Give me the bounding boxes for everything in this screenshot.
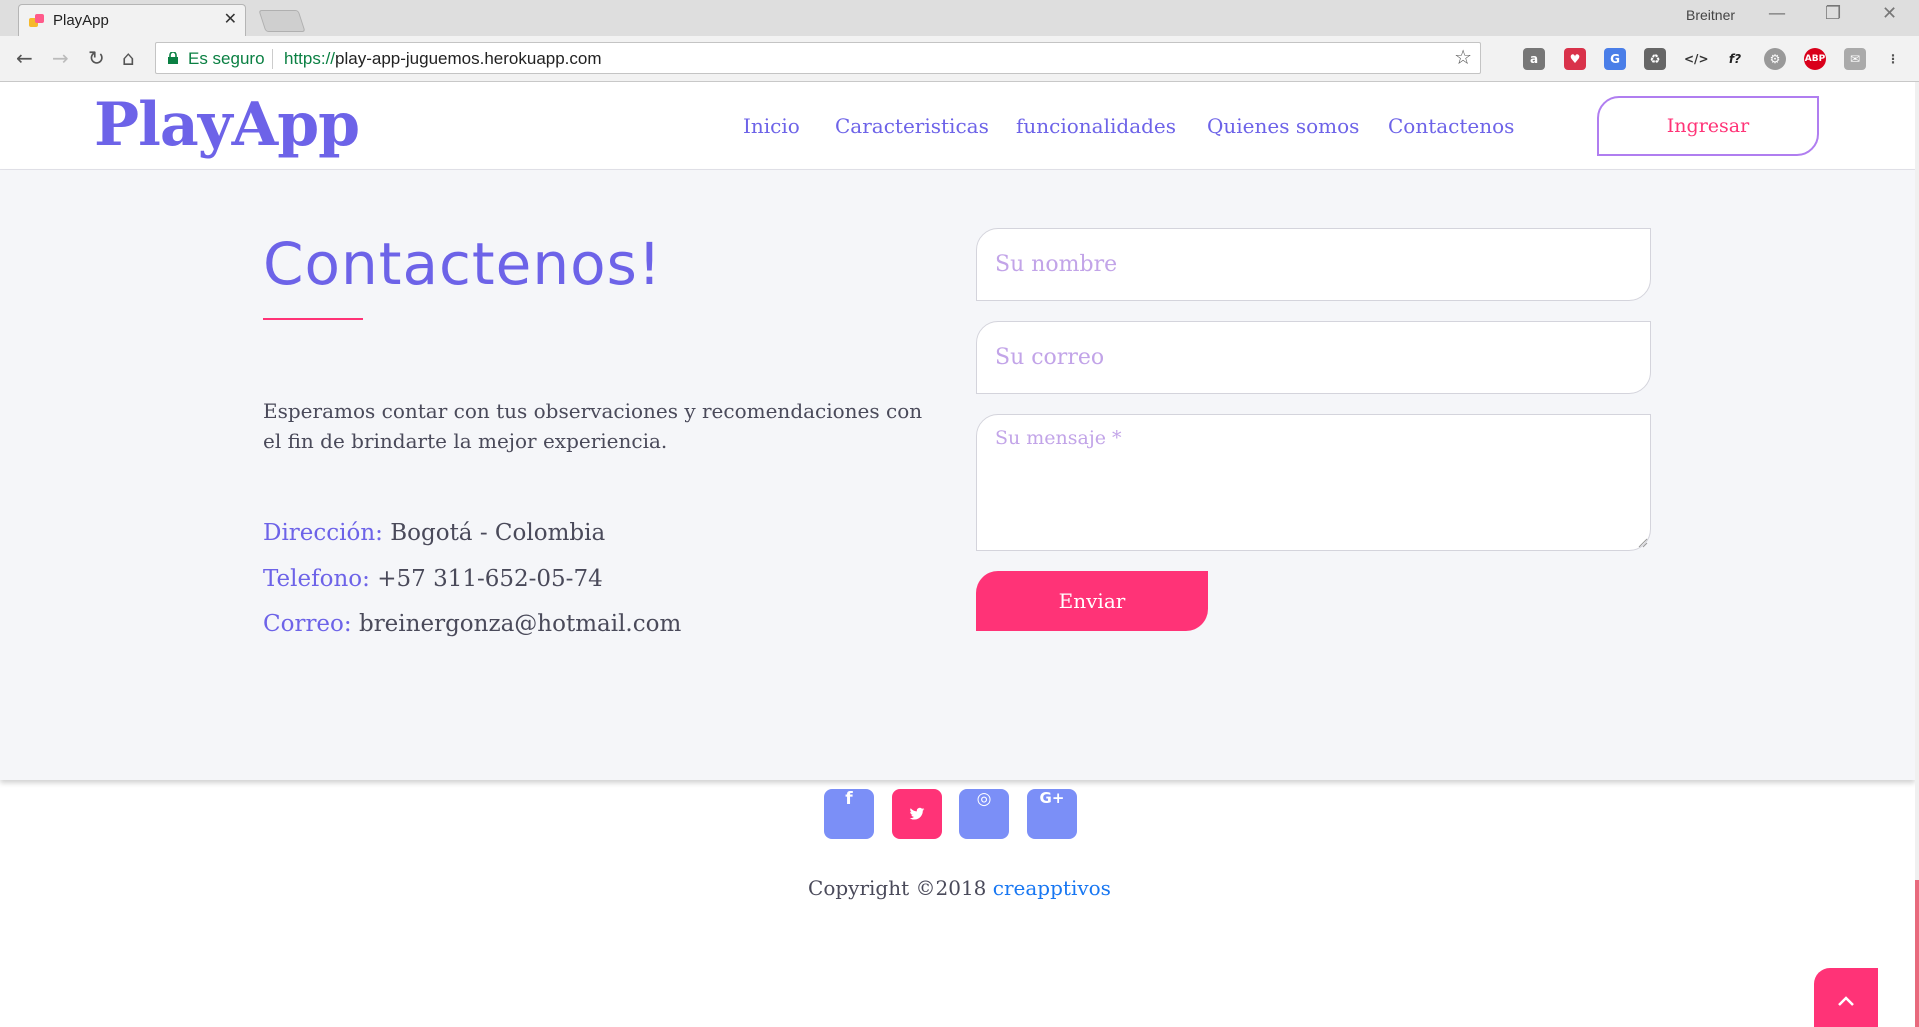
name-input[interactable]: Su nombre [976,228,1651,301]
browser-toolbar: ← → ↻ ⌂ Es seguro https://play-app-jugue… [0,36,1919,82]
phone-label: Telefono: [263,566,370,592]
new-tab-button[interactable] [258,10,306,32]
copyright-text: Copyright ©2018 [808,876,987,900]
nav-funcionalidades[interactable]: funcionalidades [1016,114,1176,138]
tab-close-icon[interactable]: ✕ [224,9,237,28]
email-row: Correo: breinergonza@hotmail.com [263,611,681,637]
lock-icon [168,52,178,64]
login-button[interactable]: Ingresar [1597,96,1819,156]
tab-title: PlayApp [53,12,109,29]
facebook-icon[interactable]: f [824,789,874,839]
contact-section: Contactenos! Esperamos contar con tus ob… [0,170,1915,780]
scroll-to-top-button[interactable] [1814,968,1878,1027]
title-underline [263,318,363,320]
inbox-icon[interactable]: ✉ [1844,48,1866,70]
twitter-bird-glyph [909,807,925,820]
home-icon[interactable]: ⌂ [122,46,135,70]
address-bar[interactable]: Es seguro https://play-app-juguemos.hero… [155,42,1481,74]
code-icon[interactable]: </> [1684,48,1709,70]
window-close-icon[interactable]: ✕ [1882,3,1897,24]
contact-description: Esperamos contar con tus observaciones y… [263,399,923,453]
copyright: Copyright ©2018 creapptivos [0,876,1919,900]
address-separator [272,49,273,69]
bookmark-star-icon[interactable]: ☆ [1454,45,1472,69]
twitter-icon[interactable] [892,789,942,839]
submit-button[interactable]: Enviar [976,571,1208,631]
email-label: Correo: [263,611,352,637]
save-icon[interactable]: ♥ [1564,48,1586,70]
nav-quienes-somos[interactable]: Quienes somos [1207,114,1359,138]
profile-name[interactable]: Breitner [1686,7,1735,23]
site-header: PlayApp Inicio Caracteristicas funcional… [0,82,1915,170]
address-row: Dirección: Bogotá - Colombia [263,520,605,546]
copyright-brand-link[interactable]: creapptivos [993,876,1111,900]
email-value: breinergonza@hotmail.com [358,611,682,637]
forward-arrow-icon[interactable]: → [52,46,69,70]
nav-inicio[interactable]: Inicio [743,114,800,138]
gear-icon[interactable]: ⚙ [1764,48,1786,70]
recycle-icon[interactable]: ♻ [1644,48,1666,70]
address-value: Bogotá - Colombia [390,520,606,546]
url-text[interactable]: https://play-app-juguemos.herokuapp.com [284,49,602,69]
browser-tab[interactable]: PlayApp ✕ [18,4,246,36]
restore-icon[interactable]: ❐ [1825,3,1841,24]
secure-label: Es seguro [188,49,265,68]
resize-grip-icon[interactable] [1638,538,1648,548]
bag-icon[interactable]: a [1523,48,1545,70]
url-protocol: https:// [284,49,336,68]
google-plus-icon[interactable]: G+ [1027,789,1077,839]
translate-icon[interactable]: G [1604,48,1626,70]
nav-caracteristicas[interactable]: Caracteristicas [835,114,989,138]
minimize-icon[interactable]: — [1768,3,1786,24]
menu-icon[interactable]: ⋮ [1882,48,1904,70]
email-input[interactable]: Su correo [976,321,1651,394]
nav-contactenos[interactable]: Contactenos [1388,114,1514,138]
site-logo[interactable]: PlayApp [94,90,360,160]
browser-tabstrip: PlayApp ✕ Breitner — ❐ ✕ [0,0,1919,36]
phone-row: Telefono: +57 311-652-05-74 [263,566,603,592]
chevron-up-icon [1838,996,1854,1006]
url-host: play-app-juguemos.herokuapp.com [335,49,602,68]
scrollbar-thumb[interactable] [1915,880,1919,1027]
adblock-plus-icon[interactable]: ABP [1804,48,1826,70]
font-icon[interactable]: f? [1724,48,1746,70]
address-label: Dirección: [263,520,383,546]
playapp-favicon-icon [29,14,44,27]
message-textarea[interactable]: Su mensaje * [976,414,1651,551]
phone-value: +57 311-652-05-74 [377,566,603,592]
message-placeholder: Su mensaje * [995,427,1122,449]
back-arrow-icon[interactable]: ← [16,46,33,70]
reload-icon[interactable]: ↻ [88,46,105,70]
instagram-icon[interactable]: ◎ [959,789,1009,839]
contact-title: Contactenos! [263,230,663,298]
